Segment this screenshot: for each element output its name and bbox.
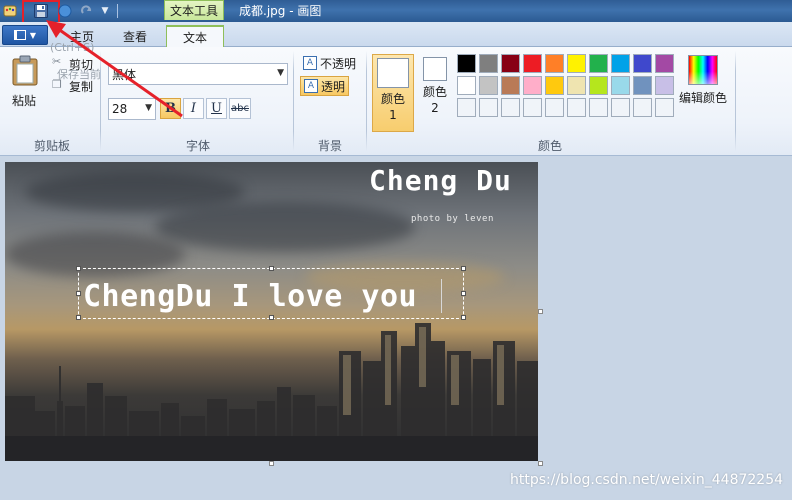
- palette-swatch[interactable]: [479, 54, 498, 73]
- palette-swatch[interactable]: [545, 98, 564, 117]
- color2-swatch: [423, 57, 447, 81]
- font-group-label: 字体: [185, 139, 210, 153]
- edit-colors-label: 编辑颜色: [678, 91, 727, 105]
- edit-colors-button[interactable]: 编辑颜色: [678, 55, 728, 106]
- text-box-content: ChengDu I love you: [83, 279, 418, 314]
- resize-handle[interactable]: [461, 315, 466, 320]
- underline-button[interactable]: U: [206, 98, 227, 119]
- palette-swatch[interactable]: [611, 98, 630, 117]
- palette-swatch[interactable]: [457, 98, 476, 117]
- clipboard-icon: [12, 55, 38, 86]
- color1-swatch: [377, 58, 409, 88]
- window-title: 成都.jpg - 画图: [239, 4, 322, 18]
- canvas-image[interactable]: Cheng Du photo by leven ChengDu I love y…: [5, 162, 538, 461]
- resize-handle[interactable]: [461, 266, 466, 271]
- color1-button[interactable]: 颜色 1: [372, 54, 414, 132]
- resize-handle[interactable]: [461, 291, 466, 296]
- palette-swatch[interactable]: [655, 98, 674, 117]
- palette-swatch[interactable]: [633, 76, 652, 95]
- palette-swatch[interactable]: [501, 76, 520, 95]
- context-tab-group-label: 文本工具: [164, 0, 224, 20]
- transparent-button[interactable]: A 透明: [300, 76, 350, 96]
- image-credit-text: photo by leven: [411, 214, 494, 224]
- palette-swatch[interactable]: [567, 76, 586, 95]
- palette-swatch[interactable]: [545, 54, 564, 73]
- group-separator: [366, 51, 367, 151]
- opaque-label: 不透明: [320, 56, 357, 71]
- paint-app-icon[interactable]: [1, 2, 19, 20]
- canvas-resize-handle[interactable]: [538, 461, 543, 466]
- chevron-down-icon: ▼: [29, 30, 37, 40]
- strikethrough-button[interactable]: abc: [229, 98, 251, 119]
- palette-swatch[interactable]: [501, 98, 520, 117]
- canvas-area[interactable]: Cheng Du photo by leven ChengDu I love y…: [0, 156, 792, 500]
- text-caret: [441, 279, 442, 313]
- transparent-label: 透明: [321, 79, 346, 94]
- city-skyline: [5, 323, 538, 461]
- menu-icon: [13, 30, 26, 40]
- palette-swatch[interactable]: [655, 76, 674, 95]
- resize-handle[interactable]: [269, 315, 274, 320]
- palette-swatch[interactable]: [457, 54, 476, 73]
- palette-swatch[interactable]: [589, 54, 608, 73]
- palette-swatch[interactable]: [589, 98, 608, 117]
- cloud-shape: [155, 202, 415, 252]
- resize-handle[interactable]: [76, 266, 81, 271]
- annotation-arrow: [46, 20, 183, 118]
- watermark-text: https://blog.csdn.net/weixin_44872254: [510, 472, 784, 488]
- paste-button[interactable]: [10, 55, 40, 90]
- palette-swatch[interactable]: [523, 54, 542, 73]
- palette-swatch[interactable]: [655, 54, 674, 73]
- palette-swatch[interactable]: [479, 76, 498, 95]
- background-group-label: 背景: [317, 139, 342, 153]
- palette-swatch[interactable]: [523, 98, 542, 117]
- text-input-box[interactable]: ChengDu I love you: [76, 266, 466, 320]
- resize-handle[interactable]: [76, 315, 81, 320]
- paste-label: 粘贴: [12, 94, 37, 108]
- chevron-down-icon: ▼: [277, 68, 284, 78]
- palette-swatch[interactable]: [611, 76, 630, 95]
- palette-swatch[interactable]: [567, 98, 586, 117]
- palette-swatch[interactable]: [479, 98, 498, 117]
- color2-label: 颜色 2: [422, 85, 447, 115]
- palette-swatch[interactable]: [457, 76, 476, 95]
- canvas-resize-handle[interactable]: [269, 461, 274, 466]
- opaque-background-icon: A: [303, 56, 317, 70]
- palette-swatch[interactable]: [567, 54, 586, 73]
- opaque-button[interactable]: A 不透明: [300, 53, 359, 73]
- color1-label: 颜色 1: [380, 92, 405, 122]
- resize-handle[interactable]: [76, 291, 81, 296]
- image-title-text: Cheng Du: [369, 164, 512, 197]
- palette-swatch[interactable]: [501, 54, 520, 73]
- resize-handle[interactable]: [269, 266, 274, 271]
- transparent-background-icon: A: [304, 79, 318, 93]
- colors-group-label: 颜色: [537, 139, 562, 153]
- color-spectrum-icon: [688, 55, 718, 85]
- group-separator: [293, 51, 294, 151]
- palette-swatch[interactable]: [523, 76, 542, 95]
- qat-separator: [117, 4, 118, 18]
- palette-swatch[interactable]: [611, 54, 630, 73]
- canvas-resize-handle[interactable]: [538, 309, 543, 314]
- palette-swatch[interactable]: [589, 76, 608, 95]
- palette-swatch[interactable]: [633, 54, 652, 73]
- group-separator: [735, 51, 736, 151]
- palette-swatch[interactable]: [633, 98, 652, 117]
- palette-swatch[interactable]: [545, 76, 564, 95]
- clipboard-group-label: 剪贴板: [33, 139, 70, 153]
- color2-button[interactable]: 颜色 2: [418, 57, 452, 129]
